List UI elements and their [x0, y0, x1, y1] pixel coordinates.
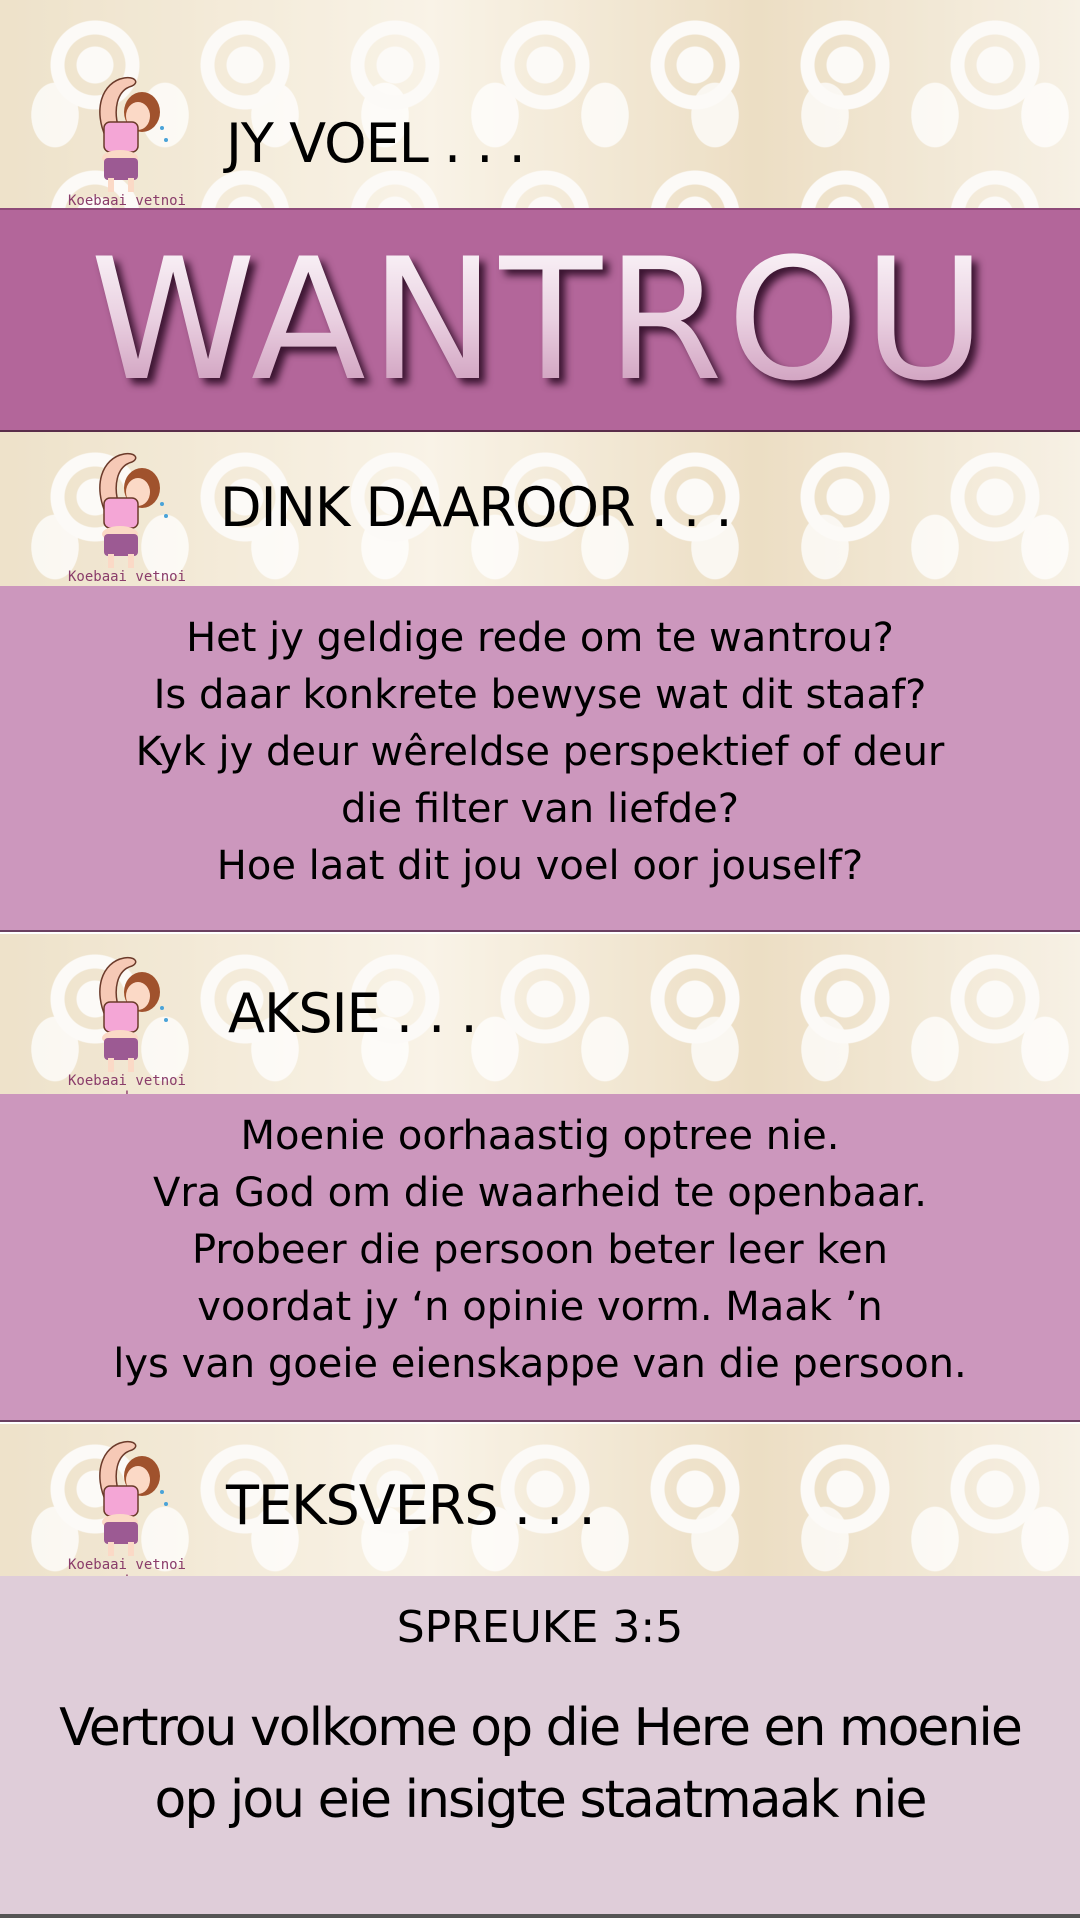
feel-heading: JY VOEL . . . [226, 112, 526, 175]
stretching-girl-icon [99, 76, 168, 192]
think-box: Het jy geldige rede om te wantrou? Is da… [0, 586, 1080, 932]
header-action: Koebaai vetnoi ! AKSIE . . . [0, 934, 1080, 1094]
header-think: Koebaai vetnoi ! DINK DAAROOR . . . [0, 432, 1080, 586]
think-heading: DINK DAAROOR . . . [220, 476, 733, 539]
think-line: Kyk jy deur wêreldse perspektief of deur [135, 729, 945, 775]
action-line: voordat jy ‘n opinie vorm. Maak ’n [197, 1284, 883, 1330]
verse-line: op jou eie insigte staatmaak nie [154, 1770, 928, 1830]
verse-box: SPREUKE 3:5 Vertrou volkome op die Here … [0, 1576, 1080, 1918]
stretching-girl-icon [99, 1440, 168, 1556]
mascot-logo: Koebaai vetnoi ! [62, 1434, 192, 1576]
action-line: Probeer die persoon beter leer ken [192, 1227, 888, 1273]
verse-reference: SPREUKE 3:5 [396, 1602, 684, 1653]
mascot-caption: Koebaai vetnoi ! [67, 1557, 186, 1576]
mascot-caption: Koebaai vetnoi ! [67, 569, 186, 586]
header-verse: Koebaai vetnoi ! TEKSVERS . . . [0, 1424, 1080, 1576]
think-line: Is daar konkrete bewyse wat dit staaf? [153, 672, 927, 718]
stretching-girl-icon [99, 452, 168, 568]
header-feel: Koebaai vetnoi ! JY VOEL . . . [0, 0, 1080, 210]
verse-line: Vertrou volkome op die Here en moenie [59, 1698, 1023, 1758]
action-line: Moenie oorhaastig optree nie. [240, 1113, 840, 1159]
think-line: die filter van liefde? [341, 786, 739, 832]
mascot-caption: Koebaai vetnoi ! [67, 193, 186, 210]
think-line: Het jy geldige rede om te wantrou? [186, 615, 894, 661]
emotion-word: WANTROU [0, 222, 1080, 418]
verse-heading: TEKSVERS . . . [226, 1474, 596, 1537]
action-heading: AKSIE . . . [228, 982, 478, 1045]
mascot-logo: Koebaai vetnoi ! [62, 70, 192, 210]
action-box: Moenie oorhaastig optree nie. Vra God om… [0, 1094, 1080, 1422]
mascot-caption: Koebaai vetnoi ! [67, 1073, 186, 1094]
stretching-girl-icon [99, 956, 168, 1072]
emotion-banner: WANTROU [0, 208, 1080, 432]
mascot-logo: Koebaai vetnoi ! [62, 950, 192, 1094]
action-line: Vra God om die waarheid te openbaar. [153, 1170, 927, 1216]
action-line: lys van goeie eienskappe van die persoon… [113, 1341, 967, 1387]
think-line: Hoe laat dit jou voel oor jouself? [216, 843, 864, 889]
mascot-logo: Koebaai vetnoi ! [62, 446, 192, 586]
